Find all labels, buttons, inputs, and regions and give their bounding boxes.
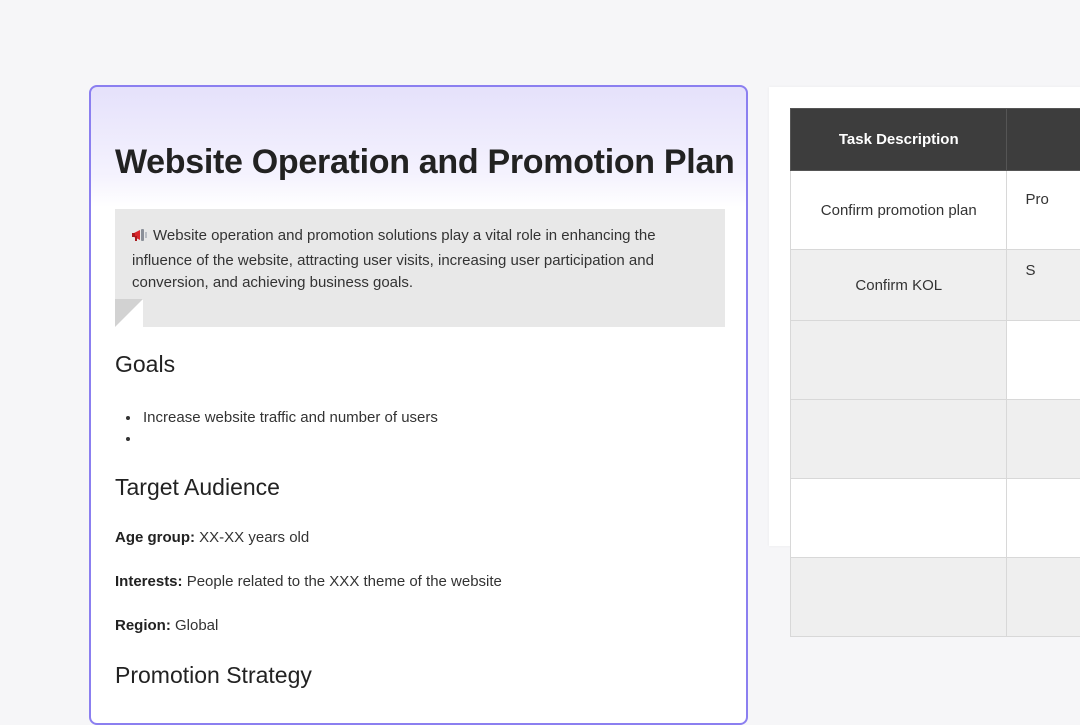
list-item: Increase website traffic and number of u… [141, 407, 438, 428]
table-header-row: Task Description [791, 109, 1080, 171]
table-row [791, 400, 1080, 479]
age-group-line: Age group: XX-XX years old [115, 529, 309, 546]
interests-value: People related to the XXX theme of the w… [187, 573, 502, 590]
table-cell: Pro [1007, 171, 1080, 250]
interests-line: Interests: People related to the XXX the… [115, 573, 502, 590]
table-cell: S [1007, 250, 1080, 321]
megaphone-icon [132, 227, 150, 250]
target-audience-heading: Target Audience [115, 474, 280, 501]
callout-fold [115, 299, 143, 327]
region-line: Region: Global [115, 617, 218, 634]
task-table-card: Task Description Confirm promotion plan … [769, 87, 1080, 546]
table-row [791, 558, 1080, 637]
region-label: Region: [115, 617, 171, 634]
goals-list: Increase website traffic and number of u… [117, 407, 438, 449]
promotion-strategy-heading: Promotion Strategy [115, 662, 312, 689]
callout-text: Website operation and promotion solution… [132, 227, 656, 291]
goals-heading: Goals [115, 351, 175, 378]
list-item [141, 428, 438, 449]
intro-callout: Website operation and promotion solution… [115, 209, 725, 327]
table-cell: Confirm KOL [791, 250, 1007, 321]
table-cell [1007, 558, 1080, 637]
table-row [791, 321, 1080, 400]
table-row: Confirm KOL S [791, 250, 1080, 321]
age-group-label: Age group: [115, 529, 195, 546]
interests-label: Interests: [115, 573, 183, 590]
table-row: Confirm promotion plan Pro [791, 171, 1080, 250]
plan-document-card: Website Operation and Promotion Plan Web… [89, 85, 748, 725]
table-cell [1007, 321, 1080, 400]
task-table: Task Description Confirm promotion plan … [790, 108, 1080, 637]
page-title: Website Operation and Promotion Plan [115, 143, 735, 182]
table-cell: Confirm promotion plan [791, 171, 1007, 250]
table-row [791, 479, 1080, 558]
table-cell [791, 400, 1007, 479]
column-header-2 [1007, 109, 1080, 171]
region-value: Global [175, 617, 218, 634]
table-cell [791, 479, 1007, 558]
column-header-task-description: Task Description [791, 109, 1007, 171]
table-cell [1007, 479, 1080, 558]
table-cell [791, 558, 1007, 637]
age-group-value: XX-XX years old [199, 529, 309, 546]
table-cell [1007, 400, 1080, 479]
table-cell [791, 321, 1007, 400]
